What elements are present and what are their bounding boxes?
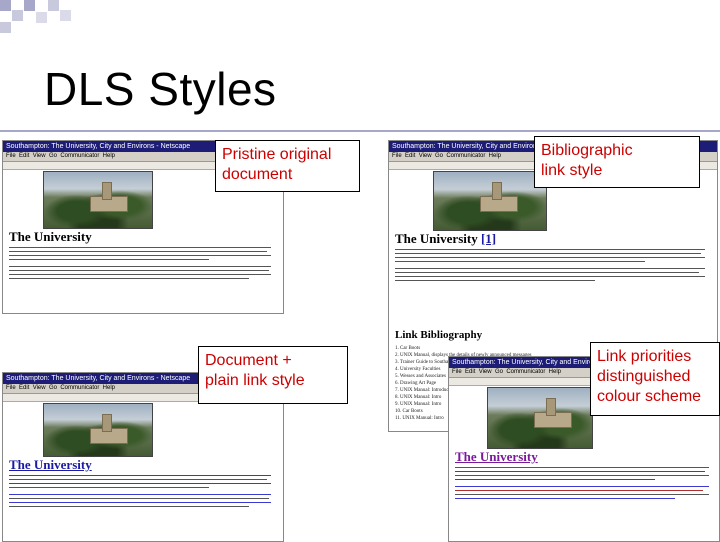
campus-photo — [487, 387, 593, 449]
title-rule — [0, 130, 720, 132]
page-heading: The University — [455, 449, 538, 464]
page-heading: The University [1] — [395, 231, 497, 246]
body-text — [9, 245, 273, 282]
decor-square — [0, 22, 11, 33]
body-text — [455, 465, 711, 502]
decor-square — [48, 0, 59, 11]
callout-pristine: Pristine original document — [215, 140, 360, 192]
callout-plain-link: Document + plain link style — [198, 346, 348, 404]
decor-square — [60, 10, 71, 21]
decor-square — [36, 12, 47, 23]
list-item[interactable]: 1. Car Boots — [395, 345, 532, 352]
campus-photo — [43, 171, 153, 229]
callout-bibliographic: Bibliographic link style — [534, 136, 700, 188]
callout-priorities: Link priorities distinguished colour schem… — [590, 342, 720, 416]
body-text — [9, 473, 273, 510]
page-heading: The University — [9, 457, 92, 472]
campus-photo — [43, 403, 153, 457]
body-text — [395, 247, 707, 284]
decor-square — [0, 0, 11, 11]
page-heading: The University — [9, 229, 92, 244]
decor-square — [12, 10, 23, 21]
bibliography-title: Link Bibliography — [395, 329, 483, 341]
decor-square — [24, 0, 35, 11]
campus-photo — [433, 171, 547, 231]
slide-title: DLS Styles — [44, 63, 277, 115]
